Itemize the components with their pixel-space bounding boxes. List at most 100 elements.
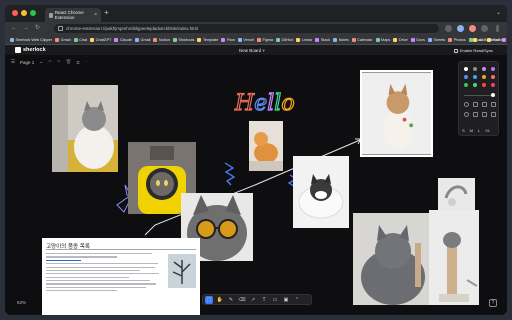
forward-icon[interactable]: → [23, 25, 29, 31]
bookmark-favicon-icon [468, 37, 473, 42]
bookmark-label: Chat [79, 37, 88, 42]
close-window-button[interactable] [12, 10, 18, 16]
reload-icon[interactable]: ↻ [35, 25, 40, 31]
bookmark-favicon-icon [73, 37, 78, 42]
bookmark-item[interactable]: Notes [333, 37, 349, 42]
color-swatch[interactable] [482, 67, 486, 71]
browser-tab[interactable]: React Chrome Extension × [45, 8, 101, 22]
bookmark-item[interactable]: Gmail [134, 37, 150, 42]
hello-text[interactable]: Hello [233, 90, 295, 116]
style-option-toggle[interactable] [473, 112, 478, 117]
arrow-icon[interactable]: ↗ [249, 296, 257, 304]
image-icon[interactable]: ▣ [282, 296, 290, 304]
bookmark-item[interactable]: Photos [448, 37, 466, 42]
board-canvas[interactable]: ☰ Page 1 ⌄ ↶ ↷ 🗑 ⧉ ⋯ Hello 고양이의 품종 목록 S … [5, 55, 507, 315]
color-swatch[interactable] [491, 67, 495, 71]
style-option-toggle[interactable] [464, 112, 469, 117]
bookmark-item[interactable]: Shortcuts [172, 37, 194, 42]
bookmark-item[interactable]: Vercel [237, 37, 254, 42]
bookmark-item[interactable]: Maps [375, 37, 390, 42]
bookmark-item[interactable]: GitHub [276, 37, 293, 42]
zoom-level[interactable]: 63% [17, 300, 26, 305]
note-icon[interactable]: ▭ [271, 296, 279, 304]
browser-menu-icon[interactable] [496, 25, 499, 32]
all-bookmarks[interactable]: All Bookmarks [473, 37, 503, 42]
bookmark-item[interactable]: Docs [410, 37, 425, 42]
color-swatch[interactable] [464, 75, 468, 79]
eraser-icon[interactable]: ⌫ [238, 296, 246, 304]
color-swatch[interactable] [473, 75, 477, 79]
bookmark-item[interactable]: Chat [73, 37, 88, 42]
bookmark-item[interactable]: Sheets [427, 37, 445, 42]
bookmark-item[interactable]: Notion [153, 37, 170, 42]
bookmark-item[interactable]: Linear [296, 37, 313, 42]
new-tab-button[interactable]: + [104, 9, 109, 17]
bookmark-item[interactable]: Gmail [55, 37, 71, 42]
minimize-window-button[interactable] [21, 10, 27, 16]
help-button[interactable]: ? [489, 299, 497, 307]
grey-cat-licking-paw-photo[interactable] [353, 213, 440, 305]
select-icon[interactable]: ⬚ [205, 295, 213, 304]
bookmark-item[interactable]: News [502, 37, 507, 42]
hand-icon[interactable]: ✋ [216, 296, 224, 304]
back-icon[interactable]: ← [11, 25, 17, 31]
color-swatch[interactable] [464, 67, 468, 71]
bookmark-label: Linear [301, 37, 313, 42]
color-swatch[interactable] [473, 83, 477, 87]
color-swatch[interactable] [473, 67, 477, 71]
zigzag-doodle[interactable] [224, 162, 236, 186]
style-option-toggle[interactable] [482, 102, 487, 107]
board-title[interactable]: New Board ▾ [239, 48, 265, 54]
grey-cat-scratch-post-photo[interactable] [429, 210, 479, 305]
bookmark-item[interactable]: Sherlock Web Clipper [10, 37, 52, 42]
style-option-toggle[interactable] [473, 102, 478, 107]
cat-with-flowers-photo[interactable] [360, 70, 433, 157]
color-swatch[interactable] [491, 83, 495, 87]
kitten-on-bed-photo[interactable] [293, 156, 349, 228]
downloads-icon[interactable] [481, 25, 488, 32]
extension-icon[interactable] [457, 25, 464, 32]
bookmark-item[interactable]: Flow [221, 37, 235, 42]
pencil-icon[interactable]: ✎ [227, 296, 235, 304]
more-icon[interactable]: ⌃ [293, 296, 301, 304]
style-option-toggle[interactable] [491, 102, 496, 107]
style-option-toggle[interactable] [491, 112, 496, 117]
color-swatch[interactable] [491, 75, 495, 79]
maximize-window-button[interactable] [30, 10, 36, 16]
extensions-icon[interactable] [445, 25, 452, 32]
bookmark-item[interactable]: Calendar [351, 37, 373, 42]
style-option-toggle[interactable] [482, 112, 487, 117]
size-option-xl[interactable]: XL [485, 128, 490, 133]
share-label: Enable Read/Sync [459, 48, 493, 53]
color-swatch[interactable] [482, 75, 486, 79]
bookmark-item[interactable]: Figma [256, 37, 273, 42]
profile-avatar[interactable] [469, 25, 476, 32]
opacity-slider[interactable] [464, 93, 495, 97]
bookmark-item[interactable]: Claude [114, 37, 132, 42]
site-info-icon[interactable] [58, 26, 63, 31]
color-swatch[interactable] [482, 83, 486, 87]
tab-close-icon[interactable]: × [94, 12, 97, 18]
bookmark-item[interactable]: Slack [315, 37, 330, 42]
text-icon[interactable]: T [260, 296, 268, 304]
paw-toy-photo[interactable] [438, 178, 475, 213]
opacity-slider-knob[interactable] [491, 93, 495, 97]
cat-photo-yellow-cushion[interactable] [52, 85, 118, 172]
bookmark-item[interactable]: Template [197, 37, 218, 42]
bookmark-favicon-icon [221, 37, 226, 42]
orange-kitten-photo[interactable] [249, 121, 283, 171]
address-bar[interactable]: chrome-extension://pakhjmpmhmibkjpeelejd… [54, 24, 439, 33]
color-swatch[interactable] [464, 83, 468, 87]
size-option-l[interactable]: L [478, 128, 480, 133]
browser-window: React Chrome Extension × + ⌄ ← → ↻ chrom… [5, 5, 507, 315]
size-option-m[interactable]: M [470, 128, 473, 133]
bookmark-item[interactable]: ChatGPT [90, 37, 111, 42]
share-button[interactable]: Enable Read/Sync [453, 48, 493, 53]
size-option-s[interactable]: S [462, 128, 465, 133]
browser-toolbar: ← → ↻ chrome-extension://pakhjmpmhmibkjp… [5, 22, 507, 35]
tab-search-icon[interactable]: ⌄ [496, 9, 501, 16]
bookmark-item[interactable]: Drive [393, 37, 408, 42]
wikipedia-clipping-card[interactable]: 고양이의 품종 목록 [42, 238, 200, 315]
style-option-toggle[interactable] [464, 102, 469, 107]
sherlock-logo[interactable]: sherlock [15, 47, 46, 53]
